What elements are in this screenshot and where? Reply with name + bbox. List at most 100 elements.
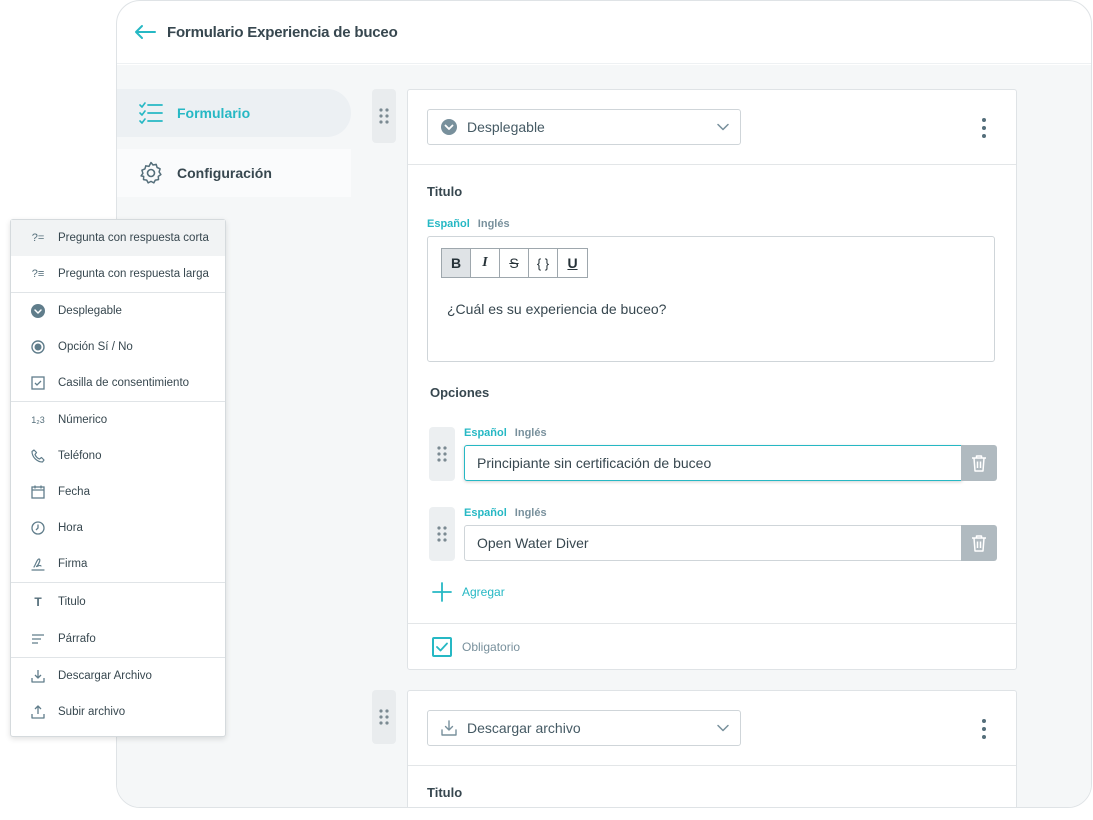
- lang-tab-ingles[interactable]: Inglés: [515, 507, 547, 519]
- bold-button[interactable]: B: [442, 249, 471, 277]
- option-input[interactable]: Open Water Diver: [464, 525, 962, 561]
- page-title: Formulario Experiencia de buceo: [167, 23, 398, 41]
- menu-item-yes-no[interactable]: Opción Sí / No: [11, 329, 225, 365]
- question-type-label: Desplegable: [467, 119, 545, 135]
- add-option-button[interactable]: Agregar: [432, 582, 505, 602]
- more-options-icon[interactable]: [972, 717, 996, 741]
- menu-item-phone[interactable]: Teléfono: [11, 438, 225, 474]
- menu-item-label: Desplegable: [58, 305, 122, 317]
- menu-item-title[interactable]: T Titulo: [11, 583, 225, 620]
- editor-toolbar: B I S { } U: [441, 248, 588, 278]
- menu-item-paragraph[interactable]: Párrafo: [11, 620, 225, 657]
- options-section-label: Opciones: [430, 385, 490, 400]
- plus-icon: [432, 582, 452, 602]
- question-type-select[interactable]: Desplegable: [427, 109, 741, 145]
- italic-glyph: I: [482, 255, 488, 270]
- drag-icon: [437, 446, 447, 462]
- menu-item-label: Fecha: [58, 486, 90, 498]
- download-icon: [440, 719, 458, 737]
- lang-tab-espanol[interactable]: Español: [464, 507, 507, 519]
- sidebar-item-label: Configuración: [177, 165, 272, 181]
- card-header: Descargar archivo: [408, 691, 1016, 766]
- option-drag-handle[interactable]: [429, 427, 455, 481]
- menu-item-time[interactable]: Hora: [11, 510, 225, 546]
- menu-item-numeric[interactable]: 1₂3 Númerico: [11, 402, 225, 438]
- menu-item-label: Firma: [58, 558, 88, 570]
- lang-tab-espanol[interactable]: Español: [464, 427, 507, 439]
- menu-item-label: Númerico: [58, 414, 108, 426]
- bold-glyph: B: [450, 255, 462, 271]
- back-arrow-icon[interactable]: [131, 18, 159, 46]
- strike-glyph: S: [509, 255, 519, 271]
- option-drag-handle[interactable]: [429, 507, 455, 561]
- delete-option-button[interactable]: [961, 445, 997, 481]
- editor-body: Formulario Configuración Desplegable Tit…: [117, 65, 1091, 807]
- question-type-select[interactable]: Descargar archivo: [427, 710, 741, 746]
- menu-item-signature[interactable]: Firma: [11, 546, 225, 582]
- sidebar-item-configuracion[interactable]: Configuración: [117, 149, 351, 197]
- sidebar-item-label: Formulario: [177, 105, 251, 121]
- question-card-download: Descargar archivo Titulo: [407, 690, 1017, 807]
- menu-item-short-answer[interactable]: ?= Pregunta con respuesta corta: [11, 220, 225, 256]
- menu-item-label: Titulo: [58, 595, 86, 608]
- sidebar-item-formulario[interactable]: Formulario: [117, 89, 351, 137]
- menu-item-consent[interactable]: Casilla de consentimiento: [11, 365, 225, 401]
- code-button[interactable]: { }: [529, 249, 558, 277]
- menu-item-label: Casilla de consentimiento: [58, 377, 190, 389]
- menu-item-download[interactable]: Descargar Archivo: [11, 658, 225, 694]
- required-label: Obligatorio: [462, 639, 521, 654]
- option-language-tabs: Español Inglés: [464, 507, 547, 519]
- check-icon: [436, 642, 448, 651]
- card-drag-handle[interactable]: [372, 690, 396, 744]
- option-value: Open Water Diver: [477, 535, 589, 551]
- menu-item-upload[interactable]: Subir archivo: [11, 694, 225, 730]
- dropdown-icon: [440, 118, 458, 136]
- menu-item-label: Teléfono: [58, 450, 102, 462]
- checklist-icon: [139, 101, 163, 125]
- question-type-label: Descargar archivo: [467, 720, 581, 736]
- menu-item-label: Subir archivo: [58, 706, 126, 718]
- menu-item-date[interactable]: Fecha: [11, 474, 225, 510]
- required-checkbox[interactable]: [432, 636, 452, 657]
- delete-option-button[interactable]: [961, 525, 997, 561]
- long-answer-icon: ?≡: [31, 268, 45, 280]
- drag-icon: [379, 108, 389, 124]
- menu-item-label: Párrafo: [58, 632, 96, 645]
- menu-item-label: Pregunta con respuesta corta: [58, 232, 209, 244]
- numeric-icon: 1₂3: [31, 415, 45, 425]
- phone-icon: [30, 448, 46, 464]
- italic-button[interactable]: I: [471, 249, 500, 277]
- strikethrough-button[interactable]: S: [500, 249, 529, 277]
- menu-item-long-answer[interactable]: ?≡ Pregunta con respuesta larga: [11, 256, 225, 292]
- signature-icon: [30, 556, 46, 572]
- underline-button[interactable]: U: [558, 249, 587, 277]
- option-language-tabs: Español Inglés: [464, 427, 547, 439]
- title-section-label: Titulo: [427, 785, 463, 800]
- more-options-icon[interactable]: [972, 116, 996, 140]
- chevron-down-icon: [716, 120, 730, 137]
- underline-glyph: U: [567, 255, 578, 271]
- app-window: Formulario Experiencia de buceo Formular…: [116, 0, 1092, 808]
- drag-icon: [437, 526, 447, 542]
- lang-tab-ingles[interactable]: Inglés: [478, 218, 510, 230]
- header: Formulario Experiencia de buceo: [117, 1, 1091, 64]
- trash-icon: [972, 535, 986, 552]
- rich-text-editor[interactable]: B I S { } U ¿Cuál es su experiencia de b…: [427, 236, 995, 362]
- paragraph-icon: [30, 631, 46, 647]
- menu-item-dropdown[interactable]: Desplegable: [11, 293, 225, 329]
- option-input[interactable]: Principiante sin certificación de buceo: [464, 445, 962, 481]
- title-language-tabs: Español Inglés: [427, 218, 510, 230]
- menu-item-label: Opción Sí / No: [58, 341, 133, 353]
- trash-icon: [972, 455, 986, 472]
- card-header: Desplegable: [408, 90, 1016, 165]
- option-value: Principiante sin certificación de buceo: [477, 455, 712, 471]
- lang-tab-ingles[interactable]: Inglés: [515, 427, 547, 439]
- code-glyph: { }: [536, 255, 550, 271]
- question-card-dropdown: Desplegable Titulo Español Inglés B I S …: [407, 89, 1017, 670]
- menu-item-label: Hora: [58, 522, 83, 534]
- field-type-menu: ?= Pregunta con respuesta corta ?≡ Pregu…: [10, 219, 226, 737]
- download-icon: [30, 668, 46, 684]
- lang-tab-espanol[interactable]: Español: [427, 218, 470, 230]
- card-drag-handle[interactable]: [372, 89, 396, 143]
- title-section-label: Titulo: [427, 184, 463, 199]
